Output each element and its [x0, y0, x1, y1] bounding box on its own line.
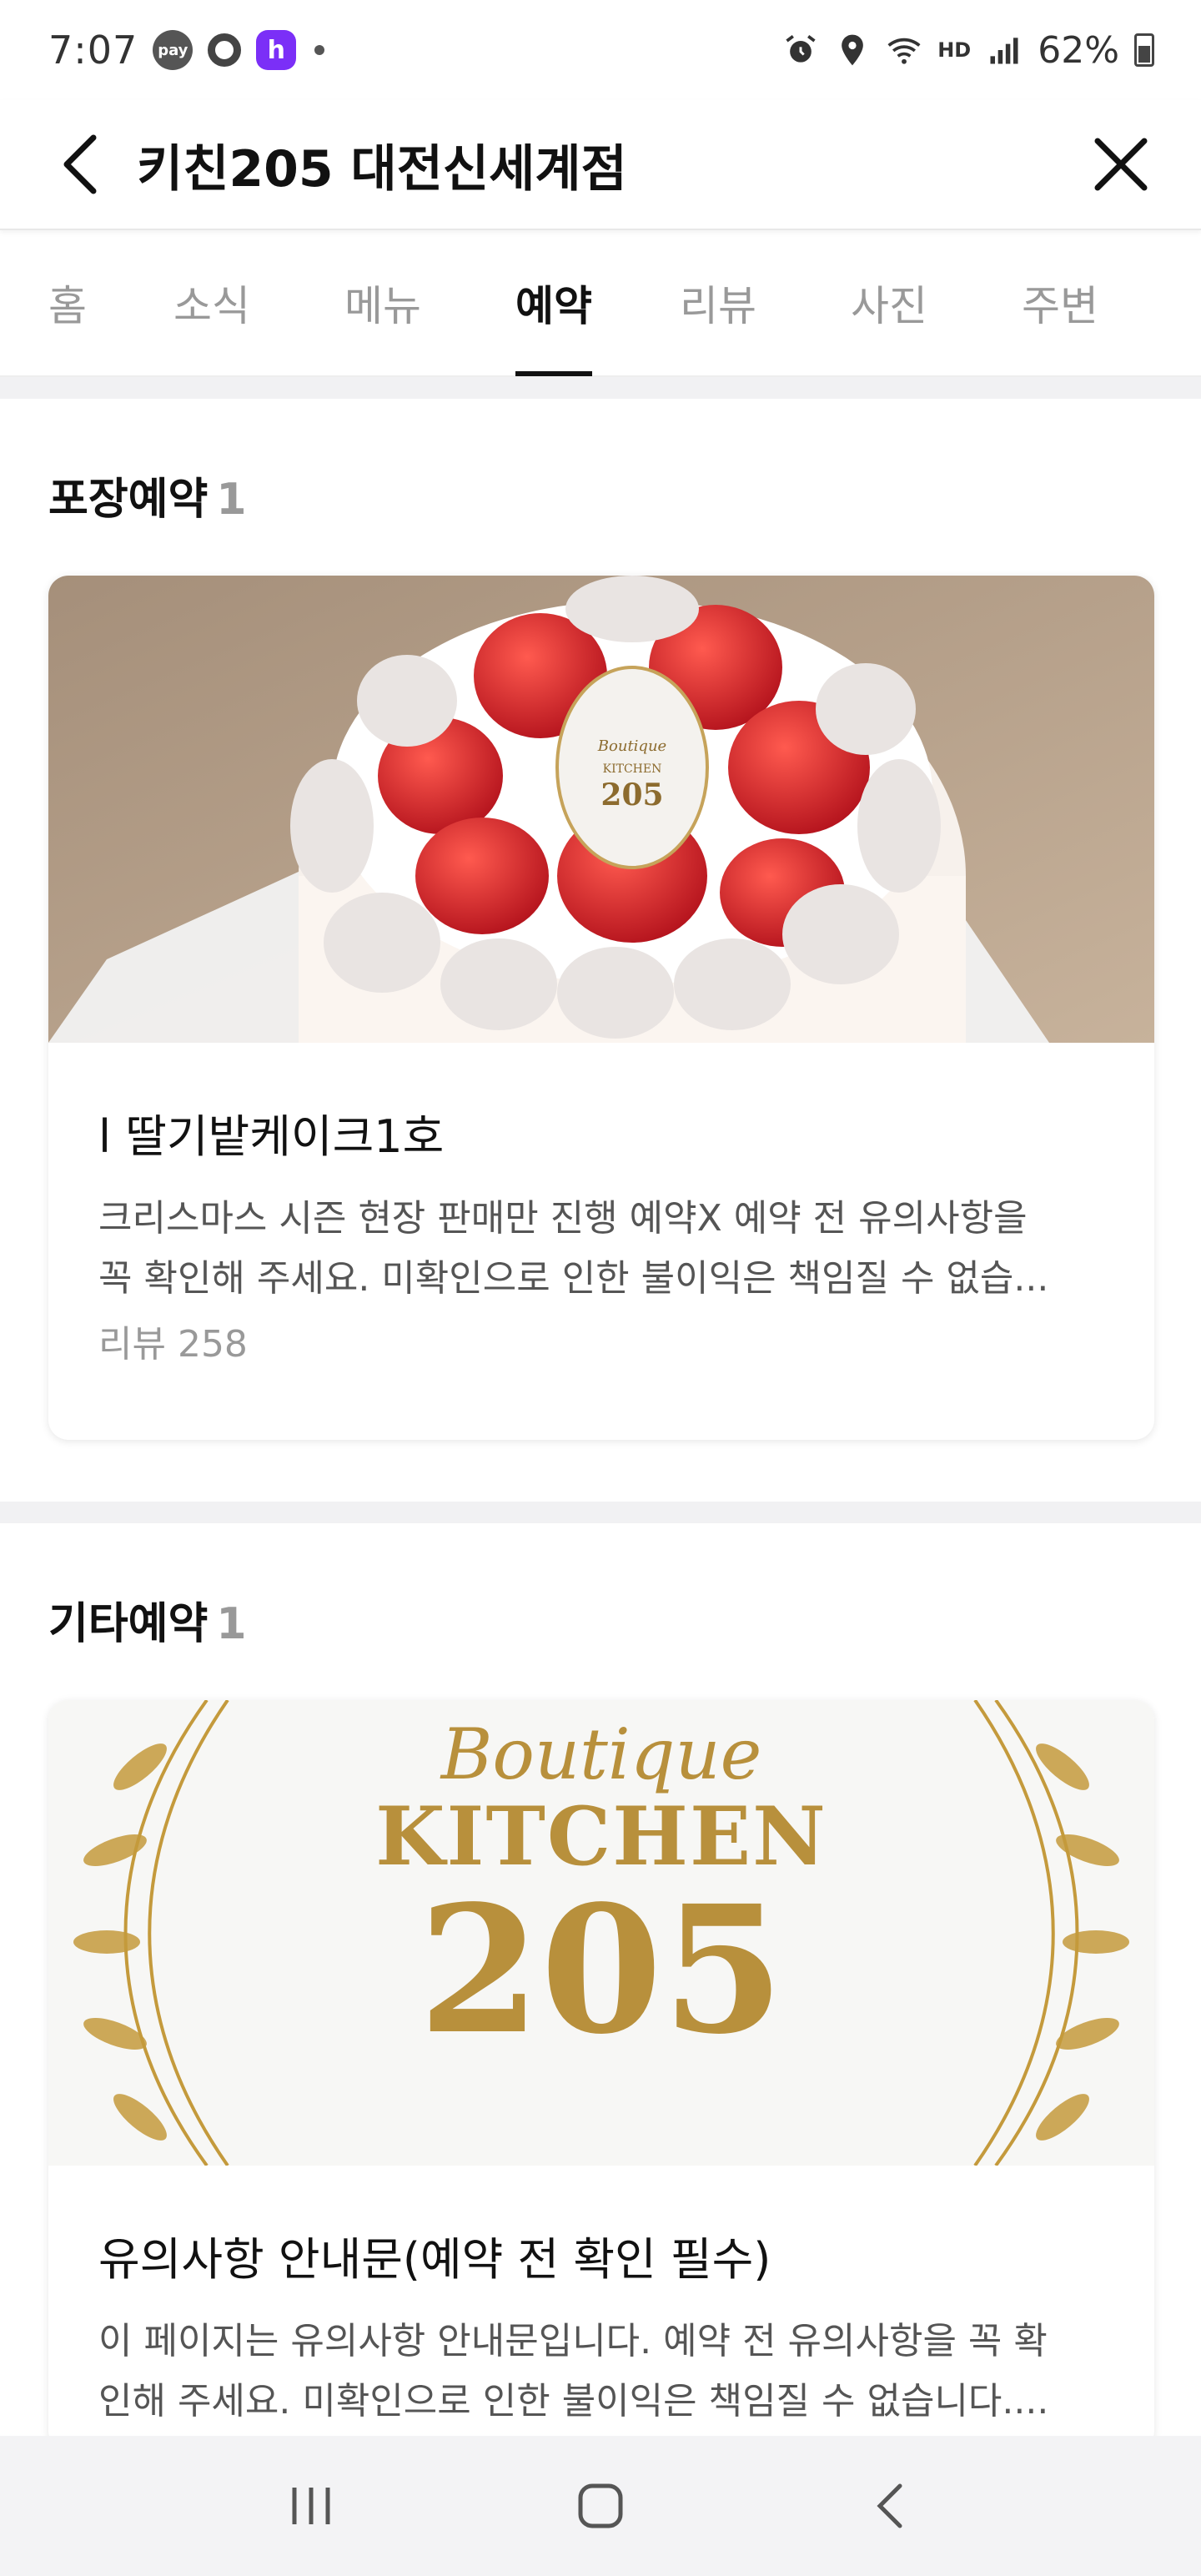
tab-home[interactable]: 홈	[48, 229, 173, 376]
location-icon	[842, 34, 864, 66]
section-title-label: 기타예약	[48, 1599, 209, 1649]
a-app-icon	[208, 33, 242, 67]
battery-percent: 62%	[1038, 28, 1119, 72]
section-divider	[0, 377, 1201, 399]
svg-text:Boutique: Boutique	[597, 737, 666, 755]
recent-apps-icon	[292, 2488, 330, 2524]
card-description-line: 크리스마스 시즌 현장 판매만 진행 예약X 예약 전 유의사항을	[98, 1197, 1028, 1240]
tab-news[interactable]: 소식	[173, 229, 344, 376]
close-button[interactable]	[1088, 131, 1154, 198]
strawberry-cake-photo: Boutique KITCHEN 205	[48, 576, 1154, 1043]
tab-photos[interactable]: 사진	[851, 229, 1022, 376]
hd-voice-icon: HD	[937, 38, 972, 62]
section-count: 1	[216, 475, 247, 525]
page-title: 키친205 대전신세계점	[137, 139, 627, 199]
signal-icon	[990, 38, 1018, 64]
battery-icon	[1134, 33, 1154, 67]
svg-text:205: 205	[600, 777, 663, 813]
card-description-line: 꼭 확인해 주세요. 미확인으로 인한 불이익은 책임질 수 없습...	[98, 1257, 1049, 1300]
card-description: 크리스마스 시즌 현장 판매만 진행 예약X 예약 전 유의사항을 꼭 확인해 …	[98, 1189, 1104, 1309]
logo-script-text: Boutique	[440, 1713, 762, 1795]
svg-text:KITCHEN: KITCHEN	[603, 762, 662, 776]
cake-image: Boutique KITCHEN 205	[48, 576, 1154, 1043]
section-divider	[0, 1502, 1201, 1523]
back-icon	[877, 2483, 902, 2528]
section-title-takeout: 포장예약 1	[48, 464, 247, 526]
reservation-card-cake[interactable]: Boutique KITCHEN 205 l 딸기밭케이크1호 크리스마스 시즌…	[48, 576, 1154, 1440]
logo-kitchen-text: KITCHEN	[375, 1789, 827, 1884]
chevron-left-icon	[63, 134, 97, 194]
alarm-icon	[786, 35, 816, 63]
system-nav-bar	[0, 2436, 1201, 2576]
pay-app-icon: pay	[153, 30, 193, 70]
status-time: 7:07	[48, 28, 138, 73]
card-title: 유의사항 안내문(예약 전 확인 필수)	[98, 2233, 771, 2286]
section-count: 1	[216, 1599, 247, 1649]
card-description: 이 페이지는 유의사항 안내문입니다. 예약 전 유의사항을 꼭 확 인해 주세…	[98, 2312, 1104, 2432]
card-description-line: 이 페이지는 유의사항 안내문입니다. 예약 전 유의사항을 꼭 확	[98, 2320, 1048, 2362]
notice-image: Boutique KITCHEN 205	[48, 1700, 1154, 2166]
tab-bar: 홈 소식 메뉴 예약 리뷰 사진 주변	[0, 230, 1201, 377]
app-header: 키친205 대전신세계점	[0, 100, 1201, 230]
h-app-icon: h	[256, 30, 297, 70]
card-title: l 딸기밭케이크1호	[98, 1110, 445, 1163]
home-button[interactable]	[550, 2456, 651, 2556]
wifi-icon	[887, 38, 921, 64]
recent-apps-button[interactable]	[261, 2456, 361, 2556]
close-icon	[1094, 138, 1148, 191]
logo-number-text: 205	[418, 1867, 785, 2073]
reservation-card-notice[interactable]: Boutique KITCHEN 205 유의사항 안내문(예약 전 확인 필수…	[48, 1700, 1154, 2451]
section-title-label: 포장예약	[48, 475, 209, 525]
tab-reservation[interactable]: 예약	[515, 229, 592, 376]
review-count: 리뷰 258	[98, 1323, 248, 1366]
brand-logo: Boutique KITCHEN 205	[48, 1700, 1154, 2166]
system-back-button[interactable]	[840, 2456, 940, 2556]
back-button[interactable]	[47, 131, 113, 198]
tab-reviews[interactable]: 리뷰	[680, 229, 851, 376]
card-description-line: 인해 주세요. 미확인으로 인한 불이익은 책임질 수 없습니다....	[98, 2380, 1049, 2423]
more-notifications-dot-icon	[314, 45, 325, 55]
tab-menu[interactable]: 메뉴	[344, 229, 515, 376]
tab-nearby[interactable]: 주변	[1022, 229, 1098, 376]
home-icon	[578, 2483, 623, 2528]
section-title-other: 기타예약 1	[48, 1588, 247, 1651]
status-bar: 7:07 pay h HD 62%	[0, 0, 1201, 100]
